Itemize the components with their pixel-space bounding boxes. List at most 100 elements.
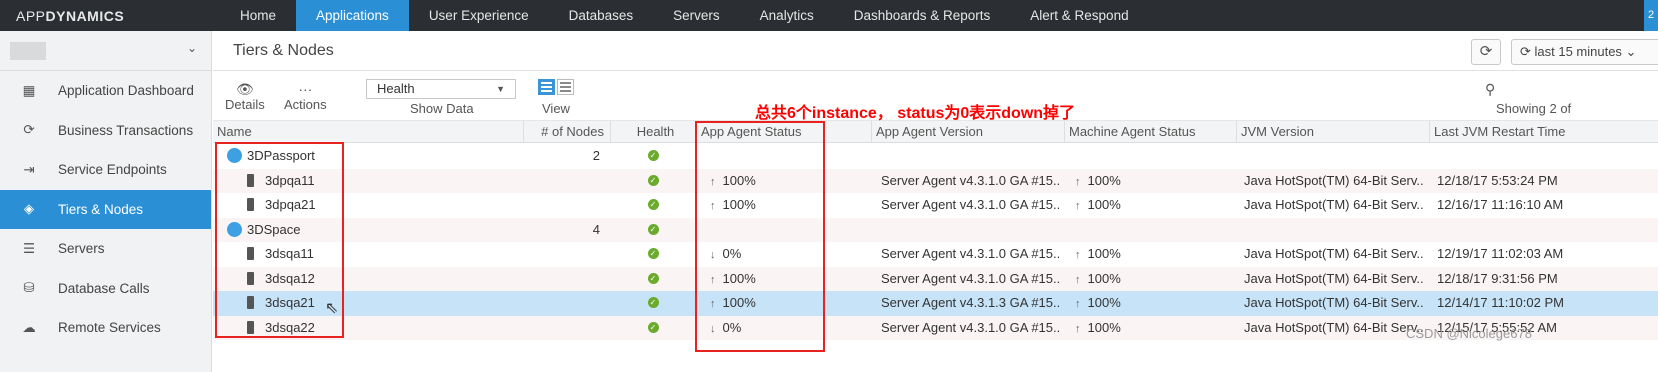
sidebar-item-label: Application Dashboard [58,83,194,99]
sidebar-menu: ▦ Application Dashboard ⟳ Business Transact… [0,71,211,348]
show-data-select[interactable]: Health ▼ [366,79,516,99]
column-header-app-agent-status[interactable]: App Agent Status [696,121,871,143]
health-cell: ✓ [610,218,696,243]
machine-agent-status-value: 100% [1087,270,1121,286]
endpoints-icon: ⇥ [23,161,35,177]
details-button[interactable]: 👁 Details [225,81,265,112]
column-header-jvm-version[interactable]: JVM Version [1236,121,1429,143]
tier-row[interactable]: ▼3DPassport 2 ✓ [213,144,1658,169]
sidebar-item-service-endpoints[interactable]: ⇥ Service Endpoints [0,150,211,190]
nav-item-user-experience[interactable]: User Experience [409,0,549,31]
refresh-button[interactable]: ⟳ [1471,39,1501,65]
column-header-health[interactable]: Health [610,121,696,143]
sidebar-item-business-transactions[interactable]: ⟳ Business Transactions [0,111,211,151]
arrow-down-icon: ↓ [710,249,716,261]
health-ok-icon[interactable]: ✓ [647,321,659,333]
appdynamics-logo[interactable]: APPDYNAMICS [0,8,220,24]
node-row[interactable]: 3dsqa11 ✓ ↓ 0% Server Agent v4.3.1.0 GA #15.… [213,242,1658,267]
sidebar-item-label: Business Transactions [58,122,194,138]
app-agent-status-value: 0% [722,319,742,335]
node-name[interactable]: 3dsqa21 [265,295,315,310]
jvm-version: Java HotSpot(TM) 64-Bit Serv... [1244,319,1424,335]
grid-view-icon[interactable] [557,79,574,95]
sidebar-item-servers[interactable]: ☰ Servers [0,229,211,269]
caret-down-icon: ▼ [496,84,505,94]
column-header-of-nodes[interactable]: # of Nodes [523,121,610,143]
node-icon [247,198,254,212]
name-cell: 3dsqa12 [247,267,315,292]
arrow-up-icon: ↑ [710,298,716,310]
last-restart-time: 12/19/17 11:02:03 AM [1437,246,1564,261]
nav-item-analytics[interactable]: Analytics [740,0,834,31]
node-row[interactable]: 3dsqa12 ✓ ↑ 100% Server Agent v4.3.1.0 GA #1… [213,266,1658,292]
app-agent-version: Server Agent v4.3.1.3 GA #15... [881,295,1059,310]
actions-button[interactable]: ··· Actions [284,81,327,112]
name-cell: 3dpqa21 [247,193,316,218]
node-name[interactable]: 3dpqa11 [265,173,315,188]
nav-item-servers[interactable]: Servers [653,0,740,31]
search-icon[interactable]: ⚲ [1485,81,1495,98]
node-row[interactable]: 3dpqa11 ✓ ↑ 100% Server Agent v4.3.1.0 GA #1… [213,168,1658,193]
column-header-machine-agent-status[interactable]: Machine Agent Status [1064,121,1236,143]
app-agent-status: ↓ 0% [710,242,741,267]
nav-item-alert-respond[interactable]: Alert & Respond [1010,0,1148,31]
show-data-value: Health [377,81,415,96]
name-cell: 3dsqa22 [247,316,315,341]
nav-item-home[interactable]: Home [220,0,296,31]
jvm-version: Java HotSpot(TM) 64-Bit Serv... [1244,197,1424,212]
health-cell: ✓ [610,144,696,169]
node-name[interactable]: 3dpqa21 [265,197,316,212]
health-cell: ✓ [610,316,696,341]
view-toggle [538,79,574,95]
sidebar: ⌄ ▦ Application Dashboard ⟳ Business Transa… [0,31,212,372]
health-ok-icon[interactable]: ✓ [647,199,659,211]
health-ok-icon[interactable]: ✓ [647,248,659,260]
health-ok-icon[interactable]: ✓ [647,297,659,309]
tier-name[interactable]: 3DPassport [247,148,315,163]
sidebar-item-remote-services[interactable]: ☁ Remote Services [0,308,211,348]
health-ok-icon[interactable]: ✓ [647,223,659,235]
tier-row[interactable]: ▼3DSpace 4 ✓ [213,217,1658,243]
node-name[interactable]: 3dsqa11 [265,246,314,261]
node-name[interactable]: 3dsqa12 [265,271,315,286]
node-row[interactable]: 3dpqa21 ✓ ↑ 100% Server Agent v4.3.1.0 GA #1… [213,193,1658,218]
sidebar-item-application-dashboard[interactable]: ▦ Application Dashboard [0,71,211,111]
arrow-up-icon: ↑ [1075,298,1081,310]
show-data-label: Show Data [410,101,474,116]
name-cell: 3dsqa21 [247,291,315,316]
time-range-select[interactable]: ⟳ last 15 minutes ⌄ [1511,39,1658,65]
column-header-last-jvm-restart-time[interactable]: Last JVM Restart Time [1429,121,1658,143]
nav-item-dashboards-reports[interactable]: Dashboards & Reports [834,0,1011,31]
sidebar-item-label: Service Endpoints [58,162,167,178]
node-count: 4 [592,221,600,237]
sidebar-item-label: Servers [58,241,105,257]
nav-corner-badge[interactable]: 2 [1644,0,1658,31]
sidebar-item-tiers-nodes[interactable]: ◈ Tiers & Nodes [0,189,211,229]
health-ok-icon[interactable]: ✓ [647,272,659,284]
nav-item-applications[interactable]: Applications [296,0,409,31]
main-content: Tiers & Nodes ⟳ ⟳ last 15 minutes ⌄ 👁 De… [213,31,1658,372]
column-header-app-agent-version[interactable]: App Agent Version [871,121,1064,143]
list-view-icon[interactable] [538,79,555,95]
column-header-name[interactable]: Name [213,121,523,143]
annotation-text: 总共6个instance， status为0表示down掉了 [755,105,1076,122]
app-agent-status-value: 100% [722,295,756,310]
app-agent-status-value: 0% [722,246,742,261]
nav-item-databases[interactable]: Databases [549,0,654,31]
machine-agent-status: ↑ 100% [1075,267,1121,292]
mouse-cursor-icon: ⇖ [325,300,339,317]
health-cell: ✓ [610,267,696,292]
health-ok-icon[interactable]: ✓ [647,174,659,186]
more-icon: ··· [298,81,313,97]
chevron-down-icon[interactable]: ⌄ [187,41,197,55]
health-cell: ✓ [610,193,696,218]
node-name[interactable]: 3dsqa22 [265,320,315,335]
arrow-down-icon: ↓ [710,322,716,335]
tier-name[interactable]: 3DSpace [247,222,300,237]
sidebar-item-database-calls[interactable]: ⛁ Database Calls [0,269,211,309]
health-ok-icon[interactable]: ✓ [647,150,659,162]
application-selector[interactable]: ⌄ [0,31,211,71]
last-restart-time: 12/18/17 9:31:56 PM [1437,270,1558,286]
app-agent-status: ↑ 100% [710,193,756,218]
node-row[interactable]: 3dsqa21 ✓ ↑ 100% Server Agent v4.3.1.3 GA #1… [213,291,1658,316]
